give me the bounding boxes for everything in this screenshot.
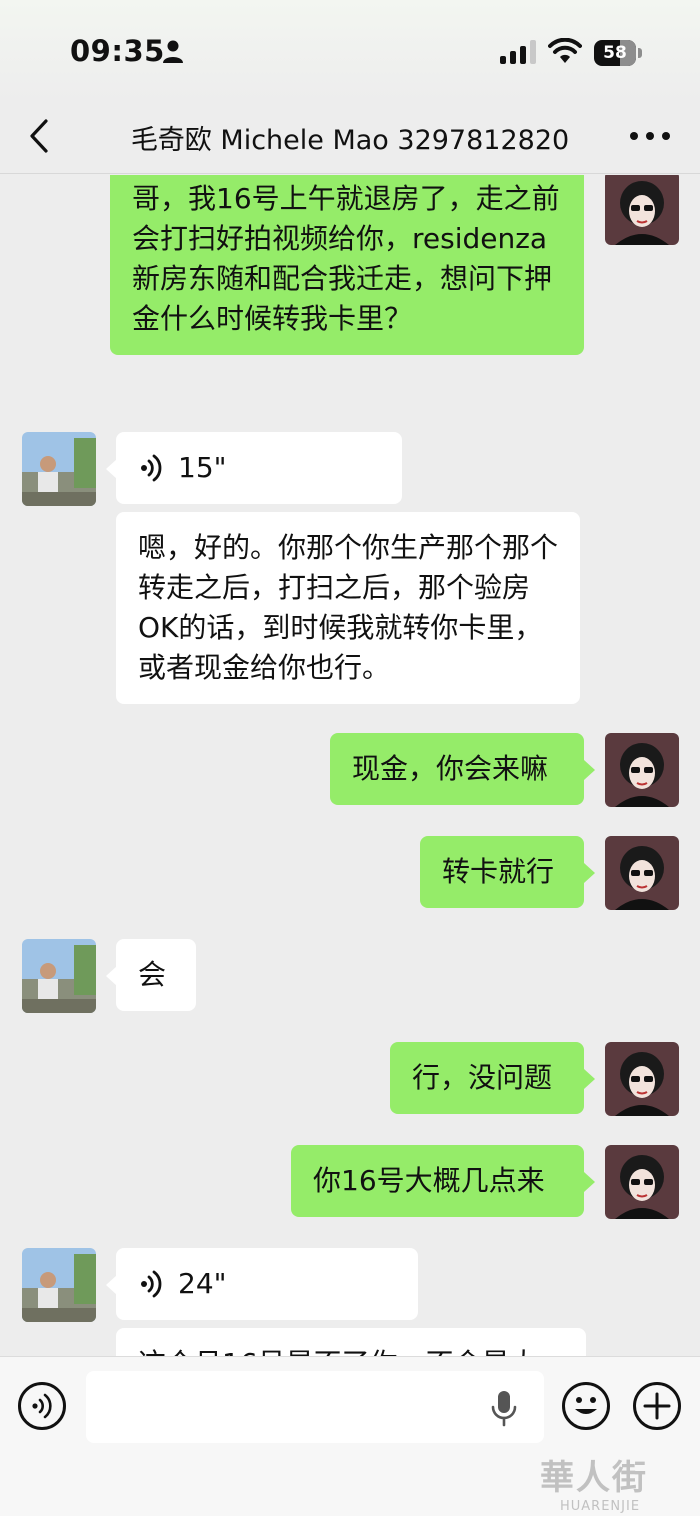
message-text: 转卡就行 [442,855,555,888]
my-avatar[interactable] [605,836,679,910]
message-text: 你16号大概几点来 [313,1164,545,1197]
contact-avatar[interactable] [22,432,96,506]
more-icon[interactable] [628,128,672,144]
message-bubble-me[interactable]: 行，没问题 [390,1042,584,1114]
signal-icon [500,40,536,64]
contact-avatar[interactable] [22,1248,96,1322]
message-text: 行，没问题 [412,1061,553,1094]
message-bubble-me[interactable]: 哥，我16号上午就退房了，走之前会打扫好拍视频给你，residenza新房东随和… [110,175,584,355]
voice-message[interactable]: 15" [116,432,402,504]
message-list[interactable]: 哥，我16号上午就退房了，走之前会打扫好拍视频给你，residenza新房东随和… [0,175,700,1356]
mic-icon[interactable] [490,1389,518,1427]
watermark: 華人街 HUARENJIE [540,1450,690,1514]
plus-icon[interactable] [633,1382,681,1430]
voice-duration: 15" [178,451,227,484]
battery-level: 58 [603,43,627,63]
voice-mode-icon[interactable] [18,1382,66,1430]
message-bubble-me[interactable]: 转卡就行 [420,836,584,908]
message-text: 嗯，好的。你那个你生产那个那个转走之后，打扫之后，那个验房OK的话，到时候我就转… [138,531,559,684]
message-text: 这个月16号是不了你，不会是大 [138,1347,538,1356]
message-text: 现金，你会来嘛 [352,752,549,785]
message-bubble-other[interactable]: 会 [116,939,196,1011]
emoji-icon[interactable] [562,1382,610,1430]
voice-duration: 24" [178,1267,227,1300]
contact-avatar[interactable] [22,939,96,1013]
watermark-subtext: HUARENJIE [560,1499,641,1514]
message-text: 会 [138,958,167,991]
message-bubble-other[interactable]: 这个月16号是不了你，不会是大 [116,1328,586,1356]
message-text: 哥，我16号上午就退房了，走之前会打扫好拍视频给你，residenza新房东随和… [132,182,560,335]
voice-message[interactable]: 24" [116,1248,418,1320]
my-avatar[interactable] [605,1042,679,1116]
voice-wave-icon [141,454,162,482]
my-avatar[interactable] [605,733,679,807]
chat-title: 毛奇欧 Michele Mao 3297812820 [130,125,570,156]
message-bubble-other[interactable]: 嗯，好的。你那个你生产那个那个转走之后，打扫之后，那个验房OK的话，到时候我就转… [116,512,580,704]
chevron-left-icon[interactable] [26,118,52,154]
my-avatar[interactable] [605,175,679,245]
voice-wave-icon [141,1270,162,1298]
message-bubble-me[interactable]: 现金，你会来嘛 [330,733,584,805]
chat-header: 毛奇欧 Michele Mao 3297812820 [0,100,700,174]
person-icon [163,40,183,63]
my-avatar[interactable] [605,1145,679,1219]
battery-icon: 58 [594,40,642,66]
message-bubble-me[interactable]: 你16号大概几点来 [291,1145,584,1217]
watermark-text: 華人街 [540,1458,648,1498]
message-input[interactable] [86,1371,544,1443]
status-time: 09:35 [70,34,165,68]
status-bar: 09:35 58 [0,0,700,100]
wifi-icon [548,38,582,63]
